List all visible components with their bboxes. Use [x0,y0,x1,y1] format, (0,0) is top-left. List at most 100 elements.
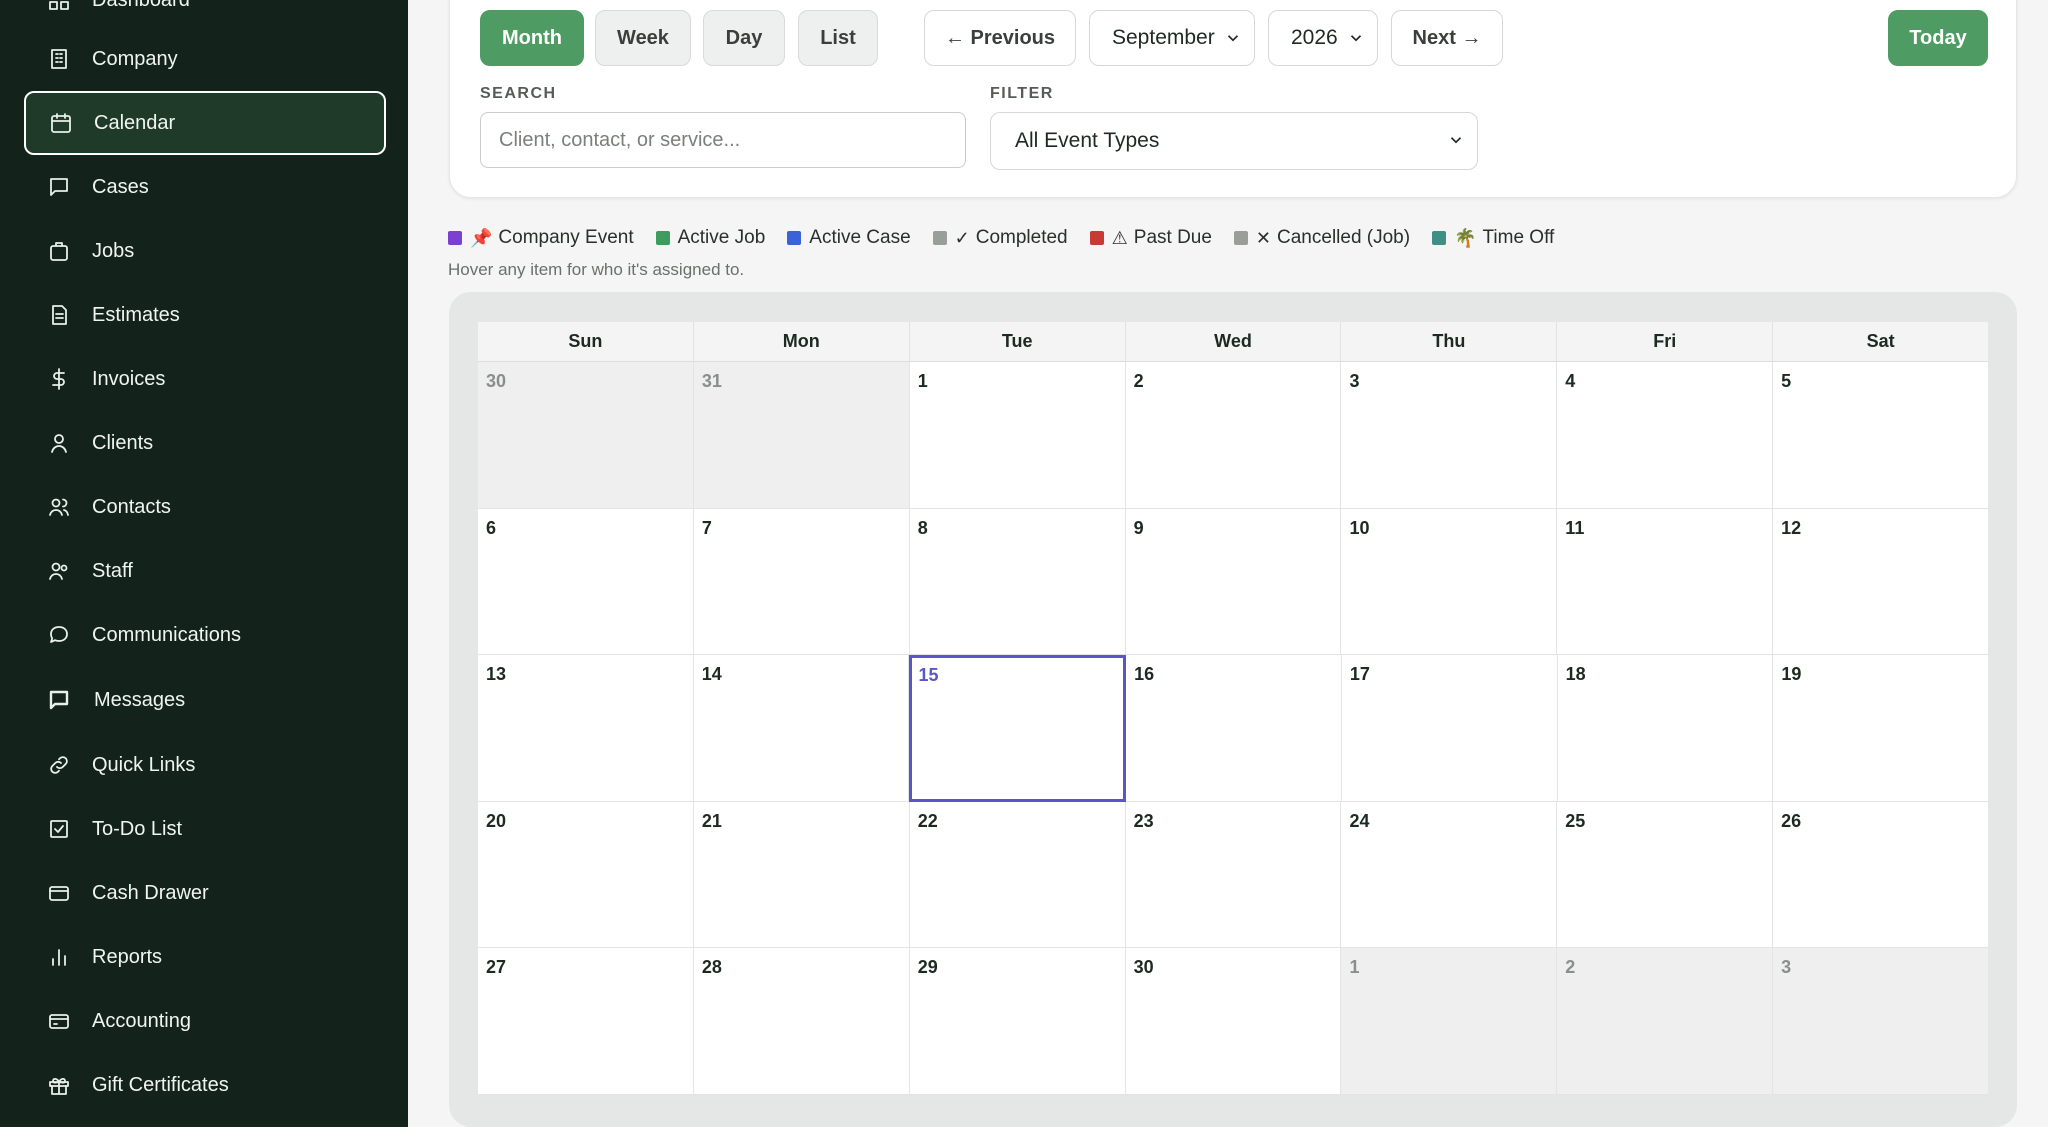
calendar-day-cell[interactable]: 9 [1125,508,1342,656]
calendar-day-cell[interactable]: 4 [1557,362,1774,509]
sidebar-item-calendar[interactable]: Calendar [24,91,386,155]
calendar-day-cell[interactable]: 3 [1341,362,1558,509]
calendar-day-cell[interactable]: 19 [1773,655,1989,802]
sidebar-item-communications[interactable]: Communications [24,603,386,667]
sidebar-item-contacts[interactable]: Contacts [24,475,386,539]
month-select[interactable]: September [1089,10,1255,66]
legend-hint: Hover any item for who it's assigned to. [448,260,745,279]
calendar-day-cell[interactable]: 26 [1773,801,1989,949]
weekday-label: Sun [478,322,694,361]
day-number: 4 [1565,371,1576,391]
day-number: 20 [486,810,507,831]
sidebar-item-invoices[interactable]: Invoices [24,347,386,411]
palm-tree-icon: 🌴 [1454,227,1477,248]
sidebar-item-estimates[interactable]: Estimates [24,283,386,347]
sidebar-item-label: Reports [92,945,163,968]
calendar-day-cell[interactable]: 28 [693,948,910,1095]
legend-item: Active Case [787,227,911,249]
sidebar-item-jobs[interactable]: Jobs [24,219,386,283]
cash-drawer-icon [46,880,72,906]
calendar-day-cell[interactable]: 8 [909,508,1126,656]
calendar-day-cell[interactable]: 2 [1125,362,1342,509]
calendar-toolbar: Month Week Day List ← Previous September… [449,0,2017,198]
week-view-button[interactable]: Week [595,10,691,66]
calendar-day-cell[interactable]: 1 [1341,948,1558,1095]
calendar-day-cell[interactable]: 7 [693,508,910,656]
day-number: 22 [917,810,938,831]
calendar-day-cell[interactable]: 30 [1125,948,1342,1095]
sidebar-item-label: Company [92,47,178,70]
list-view-button[interactable]: List [798,10,878,66]
sidebar-item-clients[interactable]: Clients [24,411,386,475]
day-number: 24 [1349,810,1370,831]
day-view-button[interactable]: Day [703,10,785,66]
document-icon [46,302,72,328]
legend-swatch [1233,231,1248,245]
sidebar-item-label: Clients [92,431,154,454]
search-input[interactable] [480,112,966,168]
calendar-day-cell[interactable]: 20 [478,801,694,949]
sidebar: Dashboard Company Calendar Cases Jobs Es… [0,0,408,1127]
staff-icon [46,558,72,584]
next-button[interactable]: Next → [1391,10,1503,66]
sidebar-item-todo-list[interactable]: To-Do List [24,797,386,861]
calendar-day-cell[interactable]: 6 [478,508,694,656]
event-type-filter[interactable]: All Event Types [990,112,1478,170]
sidebar-item-company[interactable]: Company [24,27,386,91]
sidebar-item-accounting[interactable]: Accounting [24,989,386,1053]
previous-button[interactable]: ← Previous [924,10,1076,66]
calendar-day-cell[interactable]: 22 [909,801,1126,949]
cross-icon: ✕ [1255,227,1272,248]
calendar-day-cell[interactable]: 31 [693,362,910,509]
year-select[interactable]: 2026 [1268,10,1378,66]
calendar-day-cell[interactable]: 25 [1557,801,1774,949]
sidebar-item-messages[interactable]: Messages [24,668,386,732]
calendar-day-cell[interactable]: 10 [1341,508,1558,656]
chevron-down-icon [1224,29,1242,47]
calendar-day-cell[interactable]: 21 [693,801,910,949]
calendar-week-row: 27 28 29 30 1 2 3 [478,948,1989,1095]
chevron-down-icon [1447,131,1465,149]
calendar-day-cell-today[interactable]: 15 [909,655,1127,802]
day-number: 30 [486,371,507,391]
calendar-day-cell[interactable]: 30 [478,362,694,509]
calendar-day-cell[interactable]: 18 [1557,655,1774,802]
calendar-day-cell[interactable]: 23 [1125,801,1342,949]
calendar-day-cell[interactable]: 11 [1557,508,1774,656]
calendar-day-cell[interactable]: 5 [1773,362,1989,509]
calendar-day-cell[interactable]: 17 [1341,655,1558,802]
month-view-button[interactable]: Month [480,10,584,66]
sidebar-item-quick-links[interactable]: Quick Links [24,733,386,797]
weekday-header: Sun Mon Tue Wed Thu Fri Sat [478,322,1988,362]
briefcase-icon [46,238,72,264]
day-number: 16 [1134,664,1155,685]
sidebar-item-reports[interactable]: Reports [24,925,386,989]
calendar-day-cell[interactable]: 16 [1126,655,1342,802]
calendar-day-cell[interactable]: 12 [1773,508,1989,656]
day-number: 9 [1133,517,1144,538]
sidebar-item-label: Messages [94,688,186,711]
legend-swatch [1089,231,1104,245]
sidebar-item-label: Contacts [92,495,171,518]
calendar-day-cell[interactable]: 24 [1341,801,1558,949]
calendar-day-cell[interactable]: 27 [478,948,694,1095]
day-number: 1 [917,371,928,391]
today-button[interactable]: Today [1888,10,1988,66]
sidebar-item-cash-drawer[interactable]: Cash Drawer [24,861,386,925]
calendar-day-cell[interactable]: 29 [909,948,1126,1095]
sidebar-item-cases[interactable]: Cases [24,155,386,219]
sidebar-item-staff[interactable]: Staff [24,539,386,603]
bar-chart-icon [46,944,72,970]
filter-select-value: All Event Types [1015,129,1160,152]
calendar-day-cell[interactable]: 2 [1557,948,1774,1095]
dollar-icon [46,366,72,392]
day-number: 19 [1781,664,1802,685]
calendar-day-cell[interactable]: 14 [693,655,910,802]
sidebar-item-gift-certificates[interactable]: Gift Certificates [24,1053,386,1117]
gift-icon [46,1072,72,1098]
calendar-day-cell[interactable]: 13 [478,655,694,802]
month-select-value: September [1112,26,1215,49]
calendar-day-cell[interactable]: 1 [909,362,1126,509]
calendar-day-cell[interactable]: 3 [1773,948,1989,1095]
calendar-week-row: 6 7 8 9 10 11 12 [478,508,1989,656]
